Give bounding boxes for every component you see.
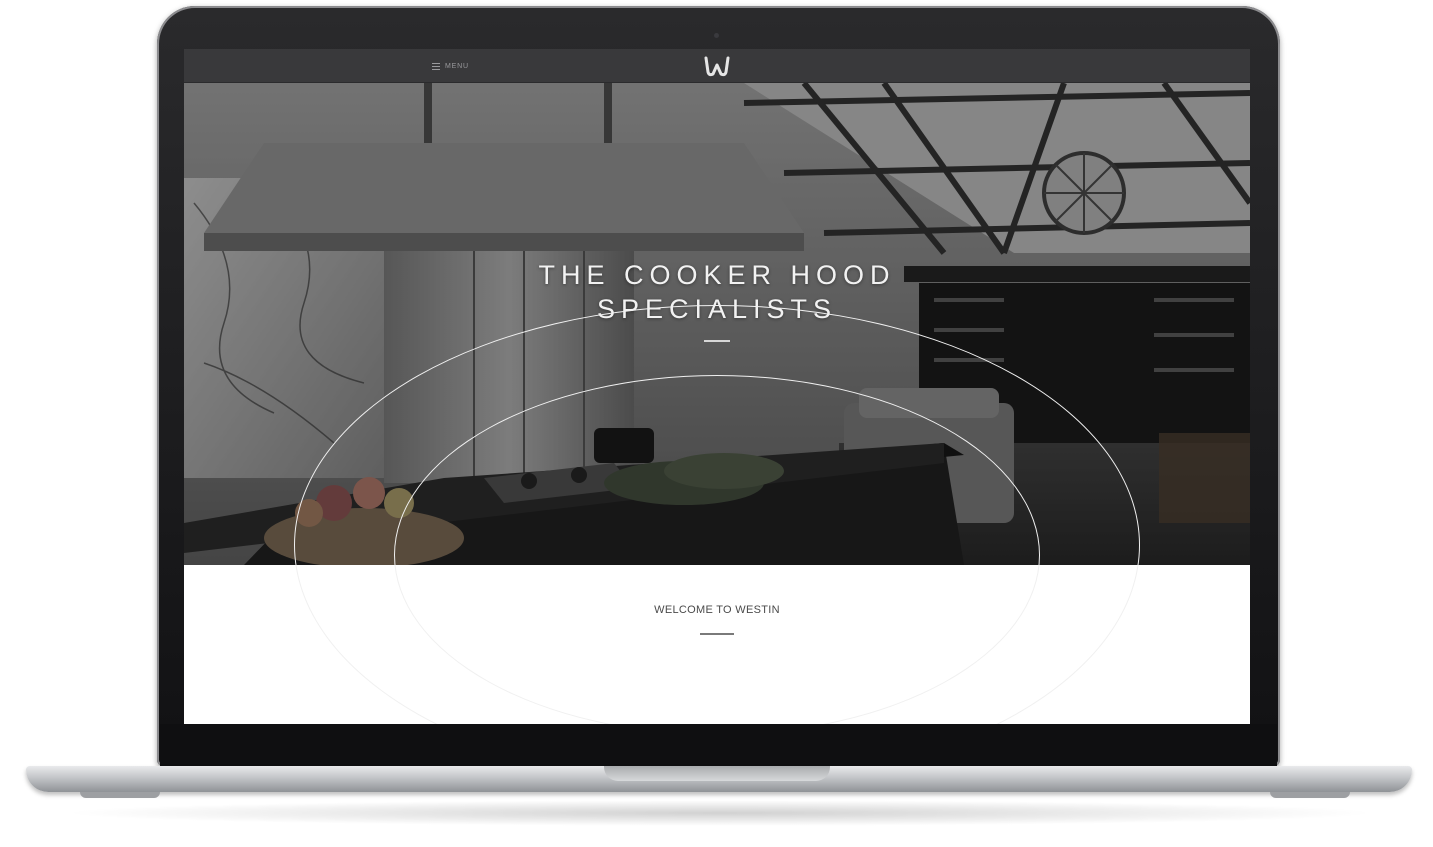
welcome-divider bbox=[700, 633, 734, 635]
webcam bbox=[714, 33, 719, 38]
website-screen: MENU THE COOKER HOOD SPECIALISTS WELCOME… bbox=[184, 49, 1250, 724]
westin-logo-icon[interactable] bbox=[703, 53, 731, 79]
laptop-shadow bbox=[60, 800, 1380, 826]
laptop-foot-left bbox=[80, 792, 160, 798]
welcome-heading: WELCOME TO WESTIN bbox=[654, 604, 780, 616]
menu-label: MENU bbox=[445, 62, 469, 70]
laptop-mockup: MENU THE COOKER HOOD SPECIALISTS WELCOME… bbox=[0, 0, 1433, 847]
site-header: MENU bbox=[184, 49, 1250, 83]
hero-title-line-1: THE COOKER HOOD bbox=[538, 260, 896, 290]
laptop-foot-right bbox=[1270, 792, 1350, 798]
screen-bezel-bottom bbox=[160, 724, 1277, 766]
hamburger-icon bbox=[432, 62, 440, 70]
welcome-section: WELCOME TO WESTIN bbox=[184, 305, 1250, 724]
menu-button[interactable]: MENU bbox=[432, 59, 469, 73]
laptop-notch bbox=[604, 766, 830, 781]
